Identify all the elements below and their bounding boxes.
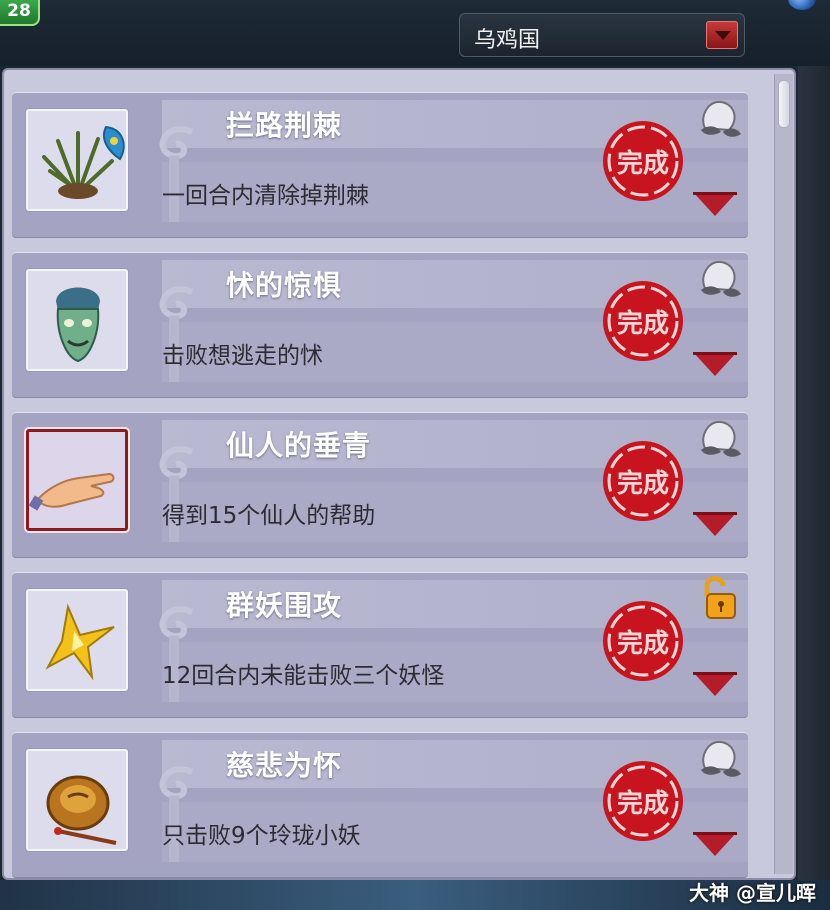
achievement-card[interactable]: 怵的惊惧 击败想逃走的怵 完成 xyxy=(12,252,748,398)
peach-icon[interactable] xyxy=(695,94,743,142)
achievement-description: 一回合内清除掉荆棘 xyxy=(162,183,369,209)
completed-stamp-icon: 完成 xyxy=(603,441,683,521)
expand-arrow-button[interactable] xyxy=(693,672,737,696)
svg-text:完成: 完成 xyxy=(617,628,669,659)
completed-stamp-icon: 完成 xyxy=(603,761,683,841)
completed-stamp-icon: 完成 xyxy=(603,281,683,361)
level-badge: 28 xyxy=(0,0,40,26)
achievement-description: 只击败9个玲珑小妖 xyxy=(162,823,361,849)
achievement-title: 慈悲为怀 xyxy=(226,749,343,782)
achievement-title: 怵的惊惧 xyxy=(226,269,343,302)
dropdown-arrow-button[interactable] xyxy=(706,21,738,49)
achievement-card[interactable]: 慈悲为怀 只击败9个玲珑小妖 完成 xyxy=(12,732,748,878)
padlock-icon[interactable] xyxy=(695,574,743,622)
achievement-icon-frame xyxy=(26,429,128,531)
expand-arrow-button[interactable] xyxy=(693,512,737,536)
achievement-card[interactable]: 拦路荆棘 一回合内清除掉荆棘 完成 xyxy=(12,92,748,238)
peach-icon[interactable] xyxy=(695,734,743,782)
achievement-description: 击败想逃走的怵 xyxy=(162,343,323,369)
achievement-card[interactable]: 仙人的垂青 得到15个仙人的帮助 完成 xyxy=(12,412,748,558)
top-bar: 28 乌鸡国 xyxy=(0,0,830,66)
watermark: 大神 @宣儿晖 xyxy=(689,881,816,905)
achievement-title: 群妖围攻 xyxy=(226,589,343,622)
achievement-title: 拦路荆棘 xyxy=(226,109,343,142)
peach-icon[interactable] xyxy=(695,254,743,302)
achievement-panel: 拦路荆棘 一回合内清除掉荆棘 完成 怵的惊惧 击败想逃走的怵 完成 仙人的垂青 … xyxy=(2,68,796,880)
achievement-icon-frame xyxy=(26,749,128,851)
completed-stamp-icon: 完成 xyxy=(603,601,683,681)
ghost-head-icon xyxy=(56,287,100,363)
achievement-icon-frame xyxy=(26,109,128,211)
completed-stamp-icon: 完成 xyxy=(603,121,683,201)
region-select-value: 乌鸡国 xyxy=(474,28,541,53)
scrollbar[interactable] xyxy=(774,74,793,874)
svg-text:完成: 完成 xyxy=(617,788,669,819)
scroll-thumb[interactable] xyxy=(778,80,790,128)
thorn-plant-icon xyxy=(42,125,125,199)
svg-text:完成: 完成 xyxy=(617,468,669,499)
achievement-card[interactable]: 群妖围攻 12回合内未能击败三个妖怪 完成 xyxy=(12,572,748,718)
achievement-icon-frame xyxy=(26,589,128,691)
achievement-description: 得到15个仙人的帮助 xyxy=(162,503,376,529)
region-select[interactable]: 乌鸡国 xyxy=(459,13,745,57)
bronze-bell-icon xyxy=(46,775,117,845)
svg-text:完成: 完成 xyxy=(617,308,669,339)
expand-arrow-button[interactable] xyxy=(693,352,737,376)
golden-star-icon xyxy=(45,603,115,681)
open-hand-icon xyxy=(29,472,115,511)
achievement-description: 12回合内未能击败三个妖怪 xyxy=(162,663,445,689)
achievement-title: 仙人的垂青 xyxy=(226,429,372,462)
svg-text:完成: 完成 xyxy=(617,148,669,179)
expand-arrow-button[interactable] xyxy=(693,832,737,856)
background-edge xyxy=(798,66,830,880)
achievement-icon-frame xyxy=(26,269,128,371)
expand-arrow-button[interactable] xyxy=(693,192,737,216)
peach-icon[interactable] xyxy=(695,414,743,462)
blue-orb-icon xyxy=(788,0,816,10)
